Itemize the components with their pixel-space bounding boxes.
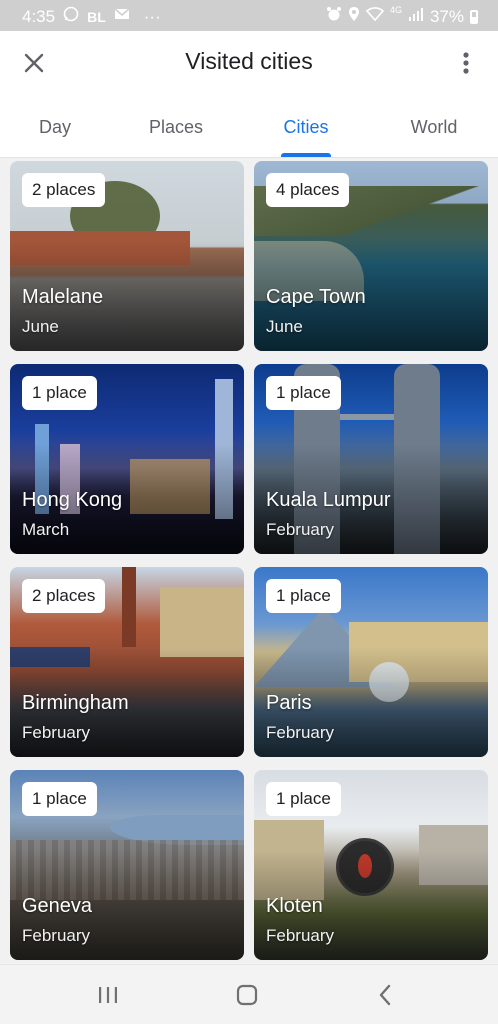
- home-button[interactable]: [227, 979, 267, 1011]
- city-name: Paris: [266, 692, 312, 714]
- city-name: Cape Town: [266, 286, 366, 308]
- city-card-hong-kong[interactable]: 1 place Hong Kong March: [10, 364, 244, 554]
- tab-cities[interactable]: Cities: [242, 97, 370, 157]
- skybridge-decoration: [340, 414, 394, 420]
- city-card-kloten[interactable]: 1 place Kloten February: [254, 770, 488, 960]
- status-time: 4:35: [22, 6, 56, 26]
- city-card-geneva[interactable]: 1 place Geneva February: [10, 770, 244, 960]
- active-tab-indicator: [281, 153, 331, 157]
- places-badge: 4 places: [266, 173, 350, 207]
- mail-icon: [114, 7, 130, 26]
- app-bar: Visited cities: [0, 31, 498, 97]
- whatsapp-icon: [63, 6, 79, 27]
- city-card-malelane[interactable]: 2 places Malelane June: [10, 161, 244, 351]
- cities-grid: 2 places Malelane June 4 places Cape Tow…: [0, 158, 498, 964]
- battery-percent: 37%: [429, 6, 464, 26]
- tab-bar: Day Places Cities World: [0, 97, 498, 158]
- alarm-icon: [326, 6, 342, 27]
- city-name: Birmingham: [22, 692, 129, 714]
- location-icon: [348, 6, 360, 27]
- places-badge: 1 place: [266, 376, 341, 410]
- more-notifications-icon: ···: [143, 6, 161, 26]
- back-button[interactable]: [366, 979, 406, 1011]
- places-badge: 1 place: [266, 782, 341, 816]
- places-badge: 2 places: [22, 579, 106, 613]
- places-badge: 1 place: [266, 579, 341, 613]
- visit-month: February: [22, 723, 91, 742]
- recents-button[interactable]: [88, 979, 128, 1011]
- back-icon: [379, 984, 391, 1006]
- visit-month: June: [22, 317, 59, 336]
- wifi-icon: [365, 7, 385, 26]
- recents-icon: [99, 987, 117, 1003]
- network-type: 4G: [389, 5, 402, 15]
- city-card-kuala-lumpur[interactable]: 1 place Kuala Lumpur February: [254, 364, 488, 554]
- system-nav-bar: [0, 964, 498, 1024]
- status-bar: 4:35 BL ··· 4G 37%: [0, 0, 498, 31]
- city-card-paris[interactable]: 1 place Paris February: [254, 567, 488, 757]
- more-options-button[interactable]: [454, 47, 478, 79]
- city-card-birmingham[interactable]: 2 places Birmingham February: [10, 567, 244, 757]
- city-name: Geneva: [22, 895, 93, 917]
- tab-places[interactable]: Places: [110, 97, 242, 157]
- home-icon: [236, 984, 258, 1006]
- city-name: Hong Kong: [22, 489, 123, 511]
- city-name: Kuala Lumpur: [266, 489, 391, 511]
- visit-month: February: [266, 520, 335, 539]
- tab-world[interactable]: World: [370, 97, 498, 157]
- visit-month: February: [22, 926, 91, 945]
- visit-month: February: [266, 723, 335, 742]
- city-name: Kloten: [266, 895, 323, 917]
- chimney-decoration: [122, 567, 136, 647]
- visit-month: February: [266, 926, 335, 945]
- carrier-badge: BL: [87, 8, 106, 25]
- tab-day[interactable]: Day: [0, 97, 110, 157]
- battery-icon: [470, 9, 478, 24]
- city-name: Malelane: [22, 286, 104, 308]
- city-card-cape-town[interactable]: 4 places Cape Town June: [254, 161, 488, 351]
- places-badge: 1 place: [22, 376, 97, 410]
- places-badge: 2 places: [22, 173, 106, 207]
- places-badge: 1 place: [22, 782, 97, 816]
- visit-month: June: [266, 317, 303, 336]
- signal-icon: [408, 7, 424, 26]
- status-right: 4G 37%: [326, 6, 478, 27]
- page-title: Visited cities: [185, 48, 313, 74]
- visit-month: March: [22, 520, 70, 539]
- more-vert-icon: [463, 52, 469, 74]
- status-left: 4:35 BL ···: [22, 6, 161, 27]
